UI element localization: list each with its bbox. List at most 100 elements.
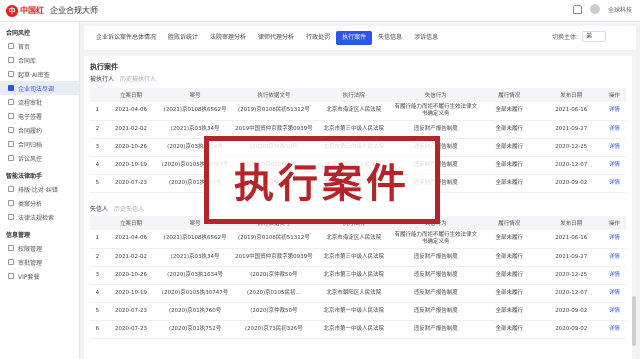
detail-link[interactable]: 详情 (602, 266, 626, 285)
tab-item[interactable]: 行政处罚 (300, 31, 336, 45)
menu-item-icon (8, 127, 14, 133)
table-cell: (2020)京01执752号 (157, 320, 233, 339)
overlay-banner: 执行案件 (204, 136, 440, 224)
table-row: 6 2020-07-23 (2020)京01执752号 (2020)京73民初326号… (90, 320, 626, 339)
table-cell: 全部未履行 (478, 102, 540, 121)
detail-link[interactable]: 详情 (602, 284, 626, 303)
sidebar-item-label: 排版·比对·纠错 (18, 186, 58, 194)
table-cell: 2020-10-26 (104, 266, 158, 285)
app-title: 企业合规大师 (50, 6, 98, 15)
column-header: 操作 (602, 88, 626, 102)
menu-item-icon (8, 85, 14, 91)
sidebar-item[interactable]: 流程审批 (0, 95, 79, 109)
table-cell: 1 (90, 230, 105, 249)
tab-item[interactable]: 法院审理分析 (204, 31, 252, 45)
table-cell: 2020-10-19 (104, 156, 158, 175)
tab-item[interactable]: 涉诉信息 (408, 31, 444, 45)
sidebar-item[interactable]: 合同库 (0, 53, 79, 67)
detail-link[interactable]: 详情 (602, 138, 626, 157)
sidebar-item[interactable]: VIP套餐 (0, 269, 79, 283)
detail-link[interactable]: 详情 (602, 174, 626, 193)
sidebar-item[interactable]: 权限管理 (0, 241, 79, 255)
switch-select[interactable]: 弟 (582, 31, 606, 42)
detail-link[interactable]: 详情 (602, 320, 626, 339)
menu-item-icon (8, 273, 14, 279)
logo-text: 中国红 (20, 6, 44, 15)
table-cell: 2020-12-07 (539, 284, 603, 303)
scrollbar-thumb[interactable] (632, 296, 636, 346)
table-cell: 4 (90, 284, 105, 303)
avatar[interactable] (589, 4, 600, 14)
sidebar-item[interactable]: 法律法规检索 (0, 210, 79, 224)
sub-tab-history-dishonest[interactable]: 历史失信人 (114, 204, 144, 213)
column-header: 履行情况 (478, 216, 540, 230)
table-cell: 1 (90, 102, 105, 121)
table-row: 42020-10-19(2020)京0105执30747号(2020)京0105… (90, 284, 626, 303)
column-header (90, 216, 105, 230)
top-bar: 中 中国红 企业合规大师 全球科技 (0, 0, 640, 22)
sidebar-item[interactable]: 首页 (0, 39, 79, 53)
table-cell: 全部未履行 (478, 320, 540, 339)
switch-label: 切换主体: (551, 34, 578, 41)
table-cell: (2021)京03执34号 (157, 248, 233, 267)
detail-link[interactable]: 详情 (602, 120, 626, 139)
detail-link[interactable]: 详情 (602, 156, 626, 175)
table-row: 52020-07-23(2020)京01执760号(2020)京仲裁50号北京市… (90, 302, 626, 321)
sidebar-item[interactable]: 电子签署 (0, 109, 79, 123)
bell-icon[interactable] (572, 4, 582, 14)
sidebar-item[interactable]: 排版·比对·纠错 (0, 182, 79, 196)
company-name[interactable]: 全球科技 (608, 5, 632, 14)
menu-item-icon (8, 200, 14, 206)
table-cell: 全部未履行 (478, 266, 540, 285)
sidebar-item-label: 合同归档 (18, 141, 43, 149)
table-cell: (2020)京0105民初... (232, 284, 315, 303)
detail-link[interactable]: 详情 (602, 230, 626, 249)
overlay-text: 执行案件 (234, 160, 410, 207)
menu-item-icon (8, 259, 14, 265)
menu-item-icon (8, 186, 14, 192)
sidebar-item-label: 类案分析 (18, 200, 43, 208)
detail-link[interactable]: 详情 (602, 302, 626, 321)
sub-tab-dishonest[interactable]: 失信人 (90, 204, 108, 213)
sidebar-item-label: 起草·AI审查 (18, 71, 50, 79)
sidebar-item[interactable]: 企业司法尽调 (0, 81, 79, 95)
column-header: 发布日期 (539, 88, 603, 102)
table-cell: 2020-12-07 (539, 156, 603, 175)
sidebar-item[interactable]: 起草·AI审查 (0, 67, 79, 81)
column-header: 失信行为 (392, 88, 479, 102)
detail-link[interactable]: 详情 (602, 102, 626, 121)
tab-item[interactable]: 企业诉讼案件总体情况 (90, 31, 162, 45)
table-cell: 2020-09-02 (539, 320, 603, 339)
table-cell: 5 (90, 302, 105, 321)
table-cell: 2020-09-02 (539, 302, 603, 321)
table-cell: 2021-02-02 (104, 248, 158, 267)
table-cell: 2021-04-06 (104, 102, 158, 121)
sidebar-item[interactable]: 诉讼风控 (0, 151, 79, 165)
sidebar-item-label: 合同履约 (18, 127, 43, 135)
section-title: 执行案件 (90, 63, 118, 71)
menu-item-icon (8, 214, 14, 220)
sub-tab-history-executed[interactable]: 历史被执行人 (120, 74, 156, 83)
tab-item[interactable]: 胜败诉统计 (162, 31, 204, 45)
sidebar-item-label: 首页 (18, 43, 31, 51)
table-cell: 2021-06-16 (539, 230, 603, 249)
tab-item[interactable]: 律师代理分析 (252, 31, 300, 45)
menu-item-icon (8, 155, 14, 161)
tab-item[interactable]: 执行案件 (336, 31, 373, 45)
sub-tab-executed[interactable]: 被执行人 (90, 74, 114, 83)
table-cell: 全部未履行 (478, 156, 540, 175)
table-cell: 北京市第三中级人民法院 (314, 266, 393, 285)
menu-item-icon (8, 43, 14, 49)
table-cell: 2 (90, 120, 105, 139)
table-cell: 2021-09-27 (539, 120, 603, 139)
sidebar-item-label: 流程审批 (18, 99, 43, 107)
table-cell: 北京市第一中级人民法院 (314, 302, 393, 321)
detail-link[interactable]: 详情 (602, 248, 626, 267)
sidebar-item[interactable]: 类案分析 (0, 196, 79, 210)
menu-item-icon (8, 113, 14, 119)
sidebar-item[interactable]: 审批管理 (0, 255, 79, 269)
sidebar-item[interactable]: 合同归档 (0, 137, 79, 151)
sidebar-item[interactable]: 合同履约 (0, 123, 79, 137)
table-cell: 违反财产报告制度 (392, 302, 479, 321)
tab-item[interactable]: 失信信息 (372, 31, 408, 45)
